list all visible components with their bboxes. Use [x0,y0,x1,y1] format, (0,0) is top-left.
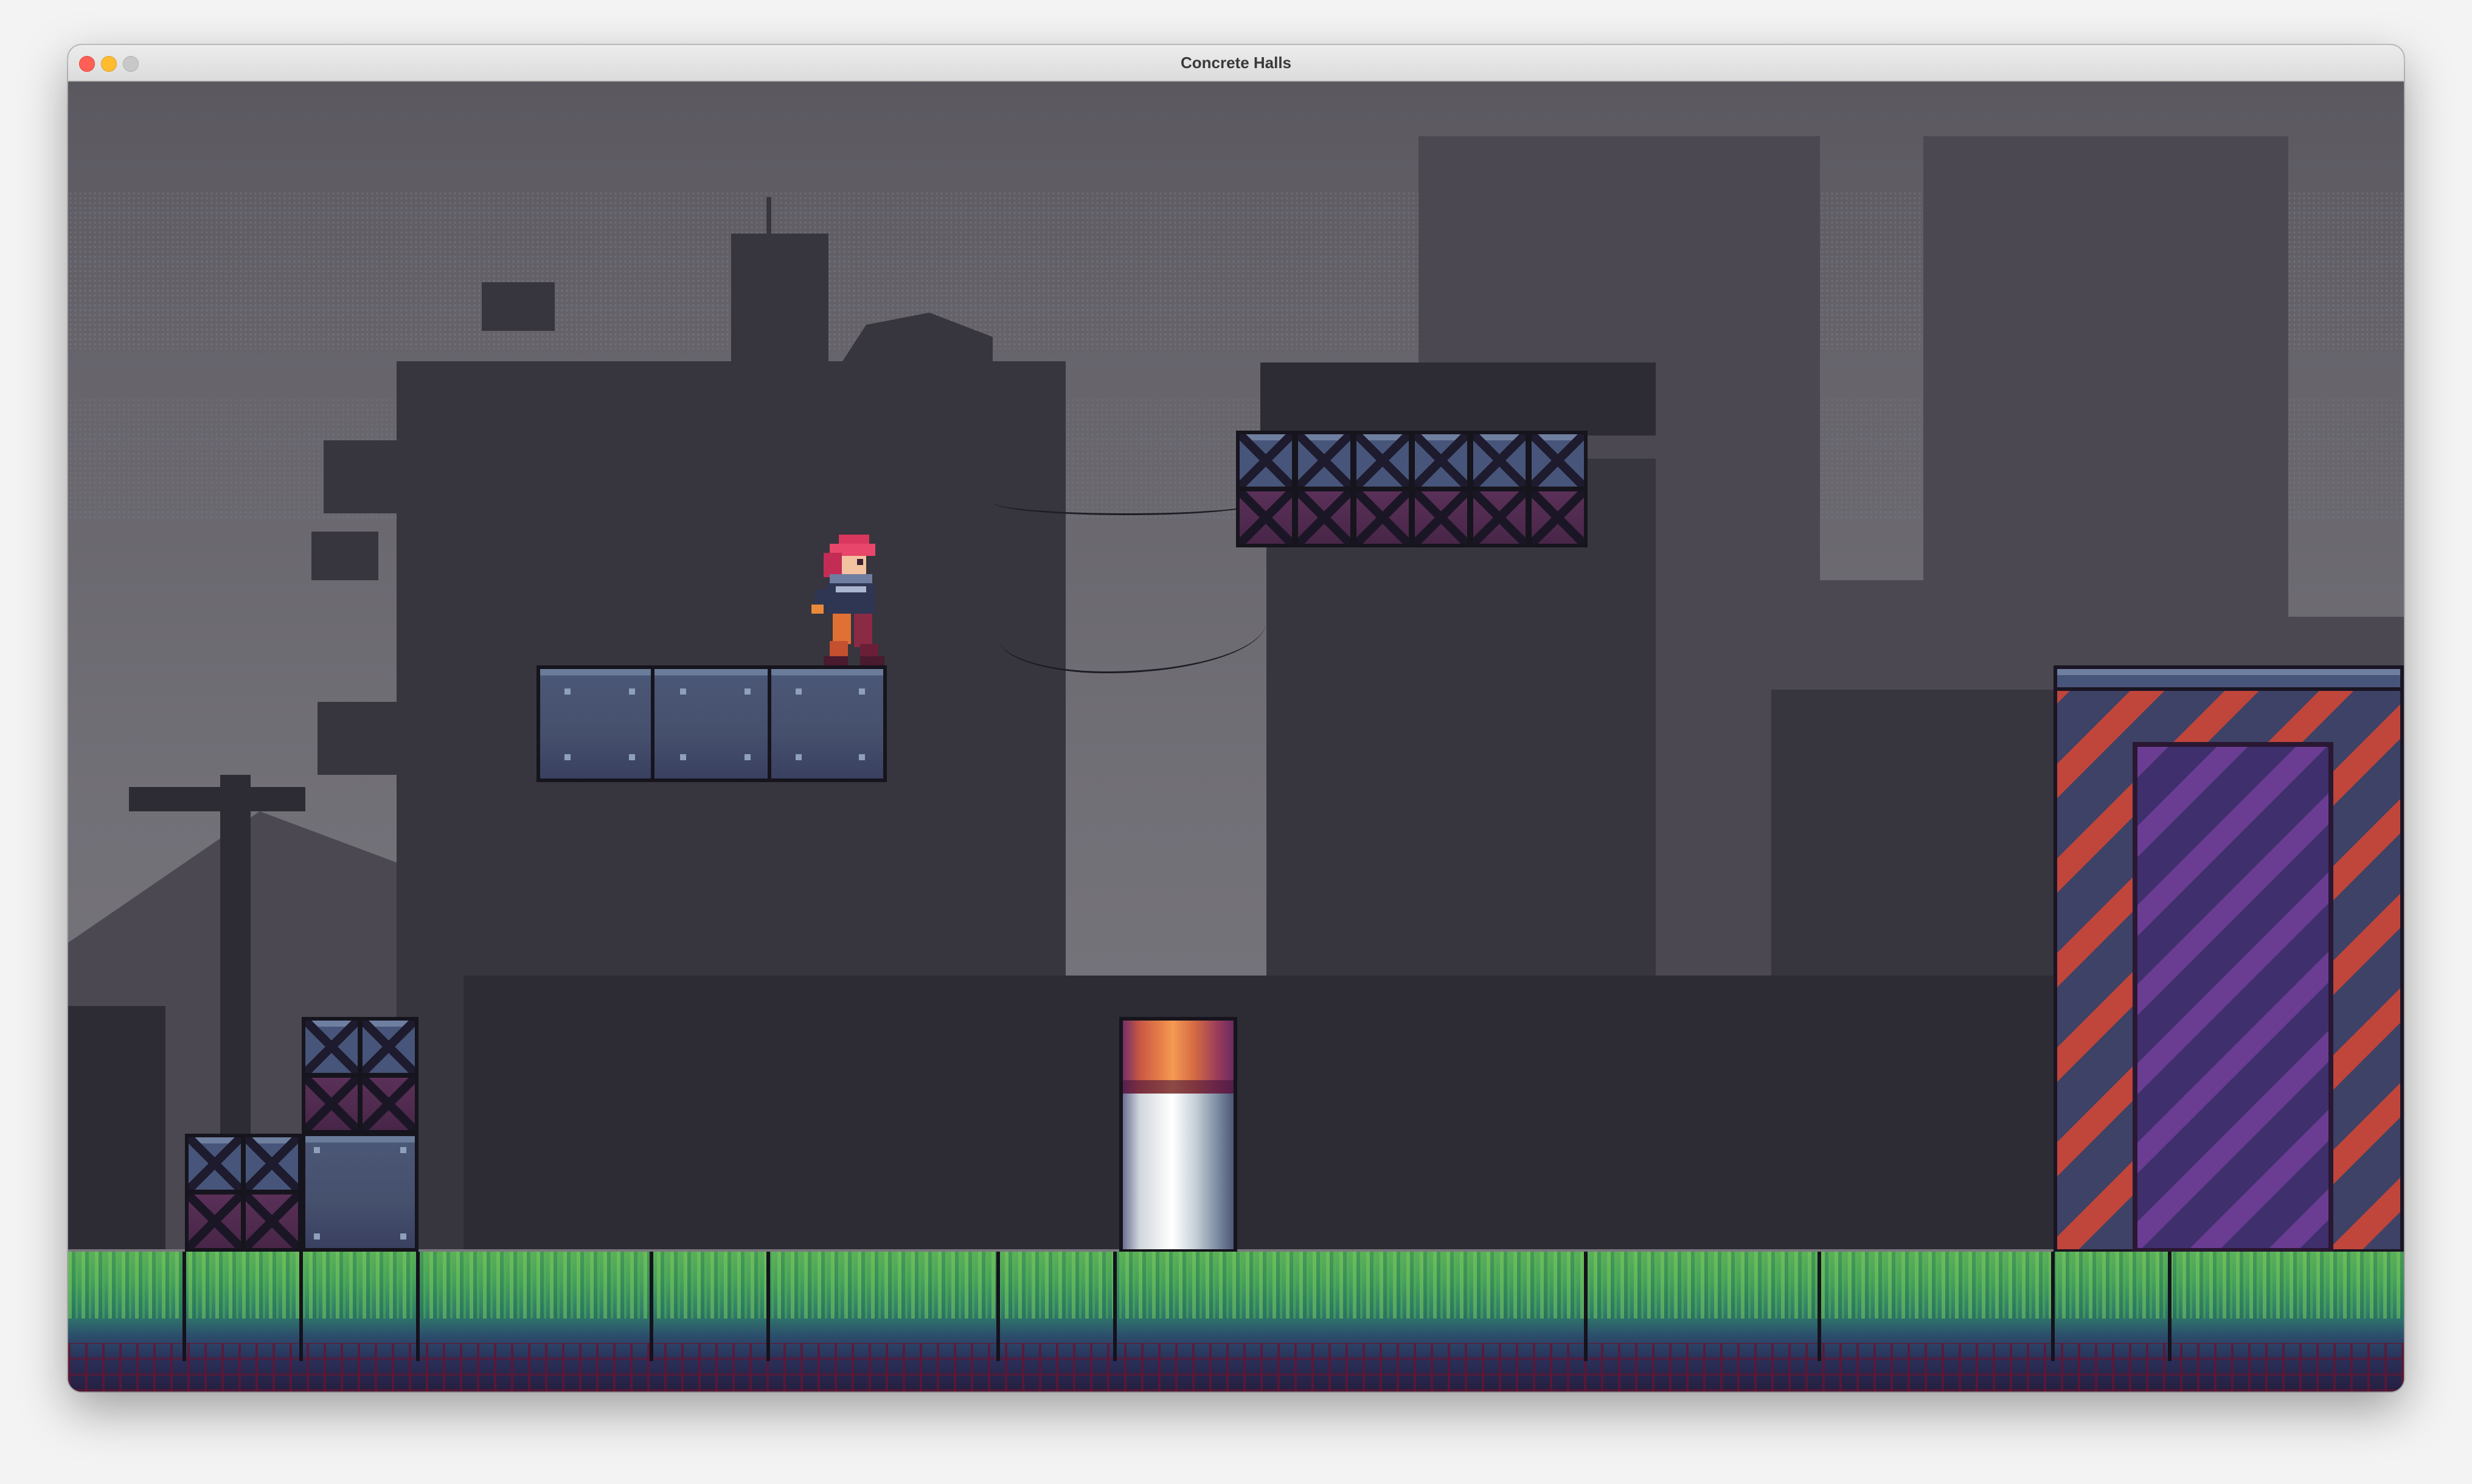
power-line-lower [999,586,1266,673]
window-title: Concrete Halls [1180,54,1292,72]
player-character [811,535,884,665]
water-tower [731,234,828,380]
x-crate [242,1134,302,1193]
steel-block-small [302,1132,418,1252]
game-viewport[interactable] [68,81,2404,1392]
sign-box [1960,799,2057,976]
steel-platform [536,665,887,782]
hazard-wall [2054,665,2404,1253]
utility-pole-crossbar [129,787,305,811]
x-crate [185,1191,245,1252]
grass-ground [68,1252,2404,1392]
x-crate [302,1074,361,1134]
ac-unit-side [318,702,403,775]
hazard-wall-cap [2057,669,2400,691]
x-crate [302,1017,361,1077]
x-crate [359,1074,418,1134]
x-crate [242,1191,302,1252]
title-bar: Concrete Halls [68,45,2404,81]
antenna [766,197,771,246]
striped-pillar [1119,1017,1237,1253]
app-window: Concrete Halls [68,45,2404,1392]
x-crate [185,1134,245,1193]
near-ledge-left [68,1006,165,1249]
ac-unit-upper [324,440,403,513]
near-block-right [1339,976,2057,1249]
rooftop-boxes [1260,362,1656,435]
power-line-upper [993,489,1260,515]
x-crate [359,1017,418,1077]
hazard-wall-door [2133,742,2333,1253]
roof-tank [482,282,555,331]
ac-unit-lower [311,532,378,580]
